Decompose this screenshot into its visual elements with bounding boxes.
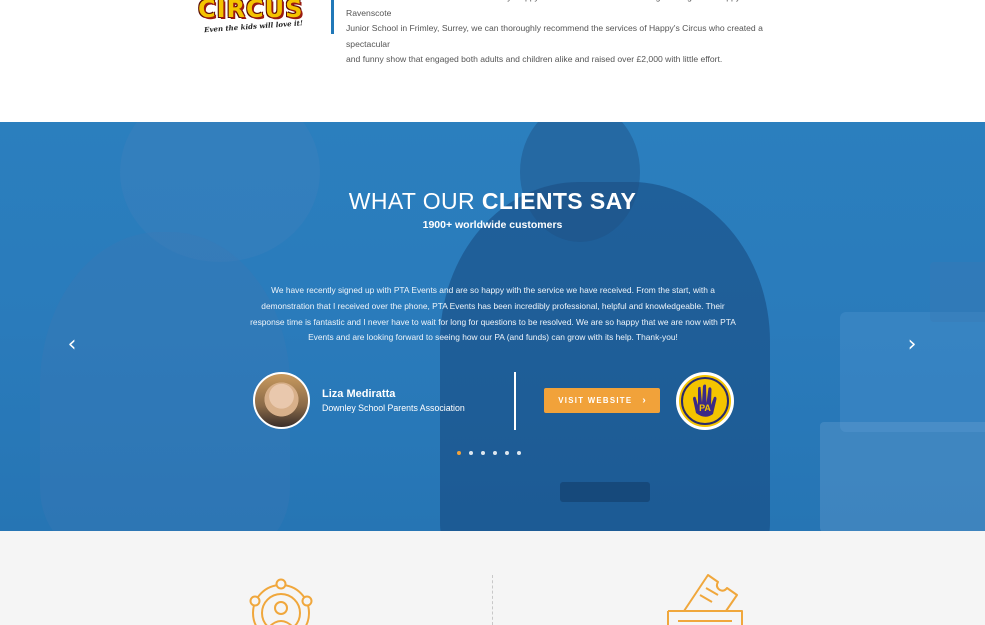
org-logo-text: PA [699,403,711,413]
section-title: WHAT OUR CLIENTS SAY [0,188,985,215]
hand-logo-icon: PA [681,377,729,425]
chevron-left-icon: ‹ [67,332,77,357]
slide-dot[interactable] [481,451,485,455]
prev-slide-button[interactable]: ‹ [64,334,80,356]
slide-dot[interactable] [517,451,521,455]
section-subtitle: 1900+ worldwide customers [422,219,563,231]
happys-circus-logo: CIRCUS Even the kids will love it! [192,0,304,36]
title-light: WHAT OUR [348,188,482,214]
client-organization: Downley School Parents Association [322,403,465,413]
slide-dot[interactable] [469,451,473,455]
chevron-right-icon: › [642,395,646,406]
visit-website-label: VISIT WEBSITE [558,396,633,405]
title-bold: CLIENTS SAY [481,188,637,214]
slide-dot[interactable] [457,451,461,455]
slider-pagination [457,451,521,457]
client-organization-logo: PA [676,372,734,430]
intro-section: CIRCUS Even the kids will love it! PTA E… [0,0,985,122]
client-name: Liza Mediratta [322,388,396,400]
testimonial-quote: We have recently signed up with PTA Even… [250,285,736,343]
next-slide-button[interactable]: › [904,334,920,356]
features-section [0,531,985,625]
quote-accent-bar [331,0,334,34]
testimonials-section: WHAT OUR CLIENTS SAY 1900+ worldwide cus… [0,122,985,531]
visit-website-button[interactable]: VISIT WEBSITE › [544,388,660,413]
avatar [253,372,310,429]
dashed-divider [492,575,493,625]
vertical-divider [514,372,516,430]
users-network-icon [249,578,313,625]
slide-dot[interactable] [493,451,497,455]
ticket-box-icon [667,574,743,625]
intro-text: PTA Events are recommended and used by H… [346,0,763,64]
chevron-right-icon: › [907,332,917,357]
logo-wordmark: CIRCUS [198,0,304,23]
slide-dot[interactable] [505,451,509,455]
